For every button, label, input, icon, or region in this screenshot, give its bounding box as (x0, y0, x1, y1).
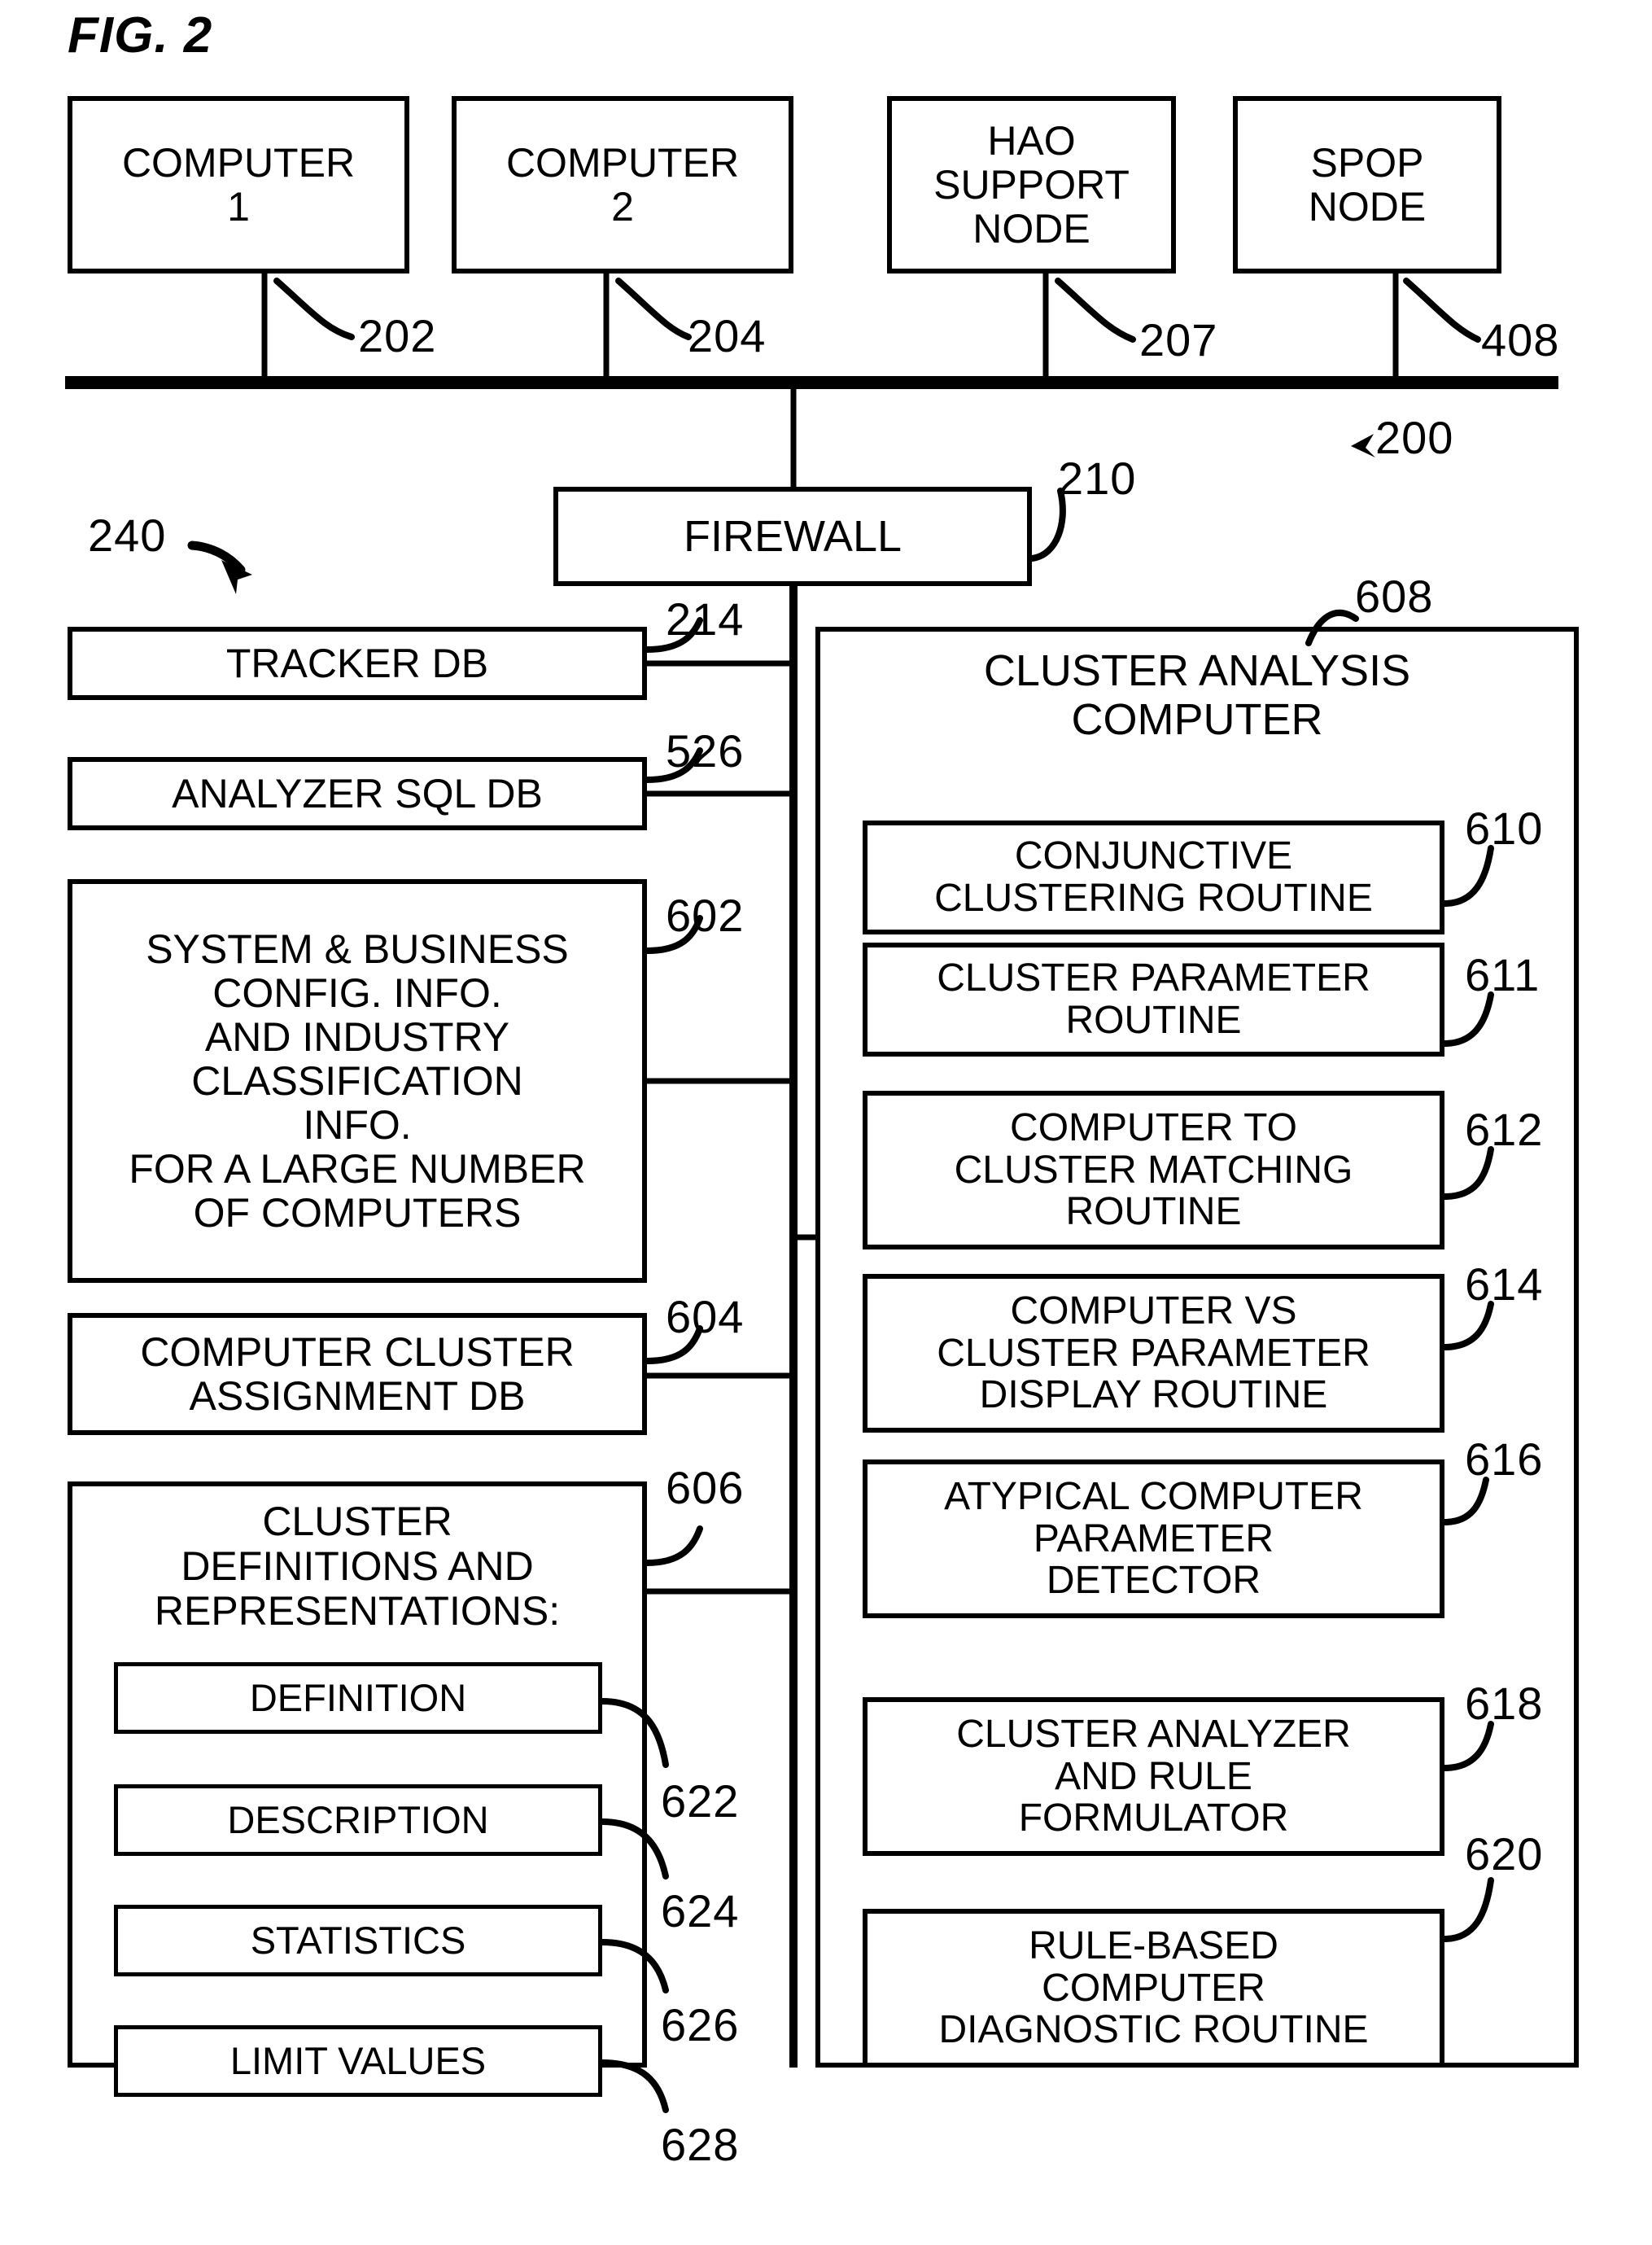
routine-box-cluster-parameter[interactable]: CLUSTER PARAMETER ROUTINE (863, 943, 1444, 1057)
pointer-200-arrow (1351, 434, 1375, 457)
ref-label-207: 207 (1139, 314, 1218, 365)
network-bus-line (65, 376, 1558, 389)
ref-label-240: 240 (88, 510, 167, 561)
left-box-tracker-db[interactable]: TRACKER DB (68, 627, 647, 700)
leader-606 (644, 1525, 703, 1566)
left-box-system-business-config[interactable]: SYSTEM & BUSINESS CONFIG. INFO. AND INDU… (68, 879, 647, 1283)
cluster-definitions-heading: CLUSTER DEFINITIONS AND REPRESENTATIONS: (154, 1499, 561, 1634)
cluster-def-item-limit-values[interactable]: LIMIT VALUES (114, 2025, 602, 2097)
cluster-def-item-description[interactable]: DESCRIPTION (114, 1784, 602, 1856)
left-box-cluster-definitions[interactable]: CLUSTER DEFINITIONS AND REPRESENTATIONS: (68, 1481, 647, 2068)
firewall-box[interactable]: FIREWALL (553, 487, 1032, 586)
ref-label-204: 204 (688, 310, 767, 361)
ref-label-628: 628 (661, 2119, 740, 2170)
ref-label-616: 616 (1465, 1433, 1544, 1485)
ref-label-602: 602 (666, 890, 745, 941)
figure-title: FIG. 2 (68, 7, 213, 63)
routine-box-rule-based-computer-diagnostic[interactable]: RULE-BASED COMPUTER DIAGNOSTIC ROUTINE (863, 1909, 1444, 2068)
ref-label-604: 604 (666, 1291, 745, 1342)
ref-label-624: 624 (661, 1885, 740, 1936)
routine-box-atypical-computer-parameter-detector[interactable]: ATYPICAL COMPUTER PARAMETER DETECTOR (863, 1459, 1444, 1618)
node-box-computer-2[interactable]: COMPUTER 2 (452, 96, 793, 274)
ref-label-620: 620 (1465, 1828, 1544, 1880)
ref-label-202: 202 (358, 310, 437, 361)
leader-207 (1055, 278, 1136, 343)
node-box-spop-node[interactable]: SPOP NODE (1233, 96, 1501, 274)
ref-label-622: 622 (661, 1775, 740, 1827)
ref-label-408: 408 (1481, 314, 1560, 365)
leader-202 (273, 278, 355, 340)
cluster-def-item-statistics[interactable]: STATISTICS (114, 1905, 602, 1976)
ref-label-210: 210 (1058, 453, 1137, 504)
node-box-hao-support-node[interactable]: HAO SUPPORT NODE (887, 96, 1176, 274)
ref-label-614: 614 (1465, 1258, 1544, 1310)
left-box-analyzer-sql-db[interactable]: ANALYZER SQL DB (68, 757, 647, 830)
cluster-analysis-computer-heading: CLUSTER ANALYSIS COMPUTER (983, 646, 1411, 745)
pointer-240-arrow (187, 540, 252, 594)
patent-figure-2: FIG. 2 COMPUTER 1 COMPUTER 2 HAO SUPPORT… (0, 0, 1652, 2245)
routine-box-cluster-analyzer-and-rule-formulator[interactable]: CLUSTER ANALYZER AND RULE FORMULATOR (863, 1697, 1444, 1856)
ref-label-606: 606 (666, 1462, 745, 1513)
node-box-computer-1[interactable]: COMPUTER 1 (68, 96, 409, 274)
ref-label-610: 610 (1465, 803, 1544, 854)
leader-408 (1403, 278, 1481, 343)
cluster-def-item-definition[interactable]: DEFINITION (114, 1662, 602, 1734)
ref-label-626: 626 (661, 1999, 740, 2050)
ref-label-612: 612 (1465, 1104, 1544, 1155)
routine-box-computer-to-cluster-matching[interactable]: COMPUTER TO CLUSTER MATCHING ROUTINE (863, 1091, 1444, 1249)
leader-628 (599, 2059, 669, 2113)
ref-label-200: 200 (1375, 412, 1454, 463)
ref-label-214: 214 (666, 593, 745, 645)
ref-label-526: 526 (666, 725, 745, 777)
left-box-computer-cluster-assignment-db[interactable]: COMPUTER CLUSTER ASSIGNMENT DB (68, 1313, 647, 1435)
routine-box-computer-vs-cluster-parameter-display[interactable]: COMPUTER VS CLUSTER PARAMETER DISPLAY RO… (863, 1274, 1444, 1433)
ref-label-611: 611 (1465, 949, 1541, 1000)
ref-label-618: 618 (1465, 1678, 1544, 1729)
ref-label-608: 608 (1355, 571, 1434, 622)
routine-box-conjunctive-clustering[interactable]: CONJUNCTIVE CLUSTERING ROUTINE (863, 821, 1444, 934)
leader-204 (615, 278, 692, 340)
